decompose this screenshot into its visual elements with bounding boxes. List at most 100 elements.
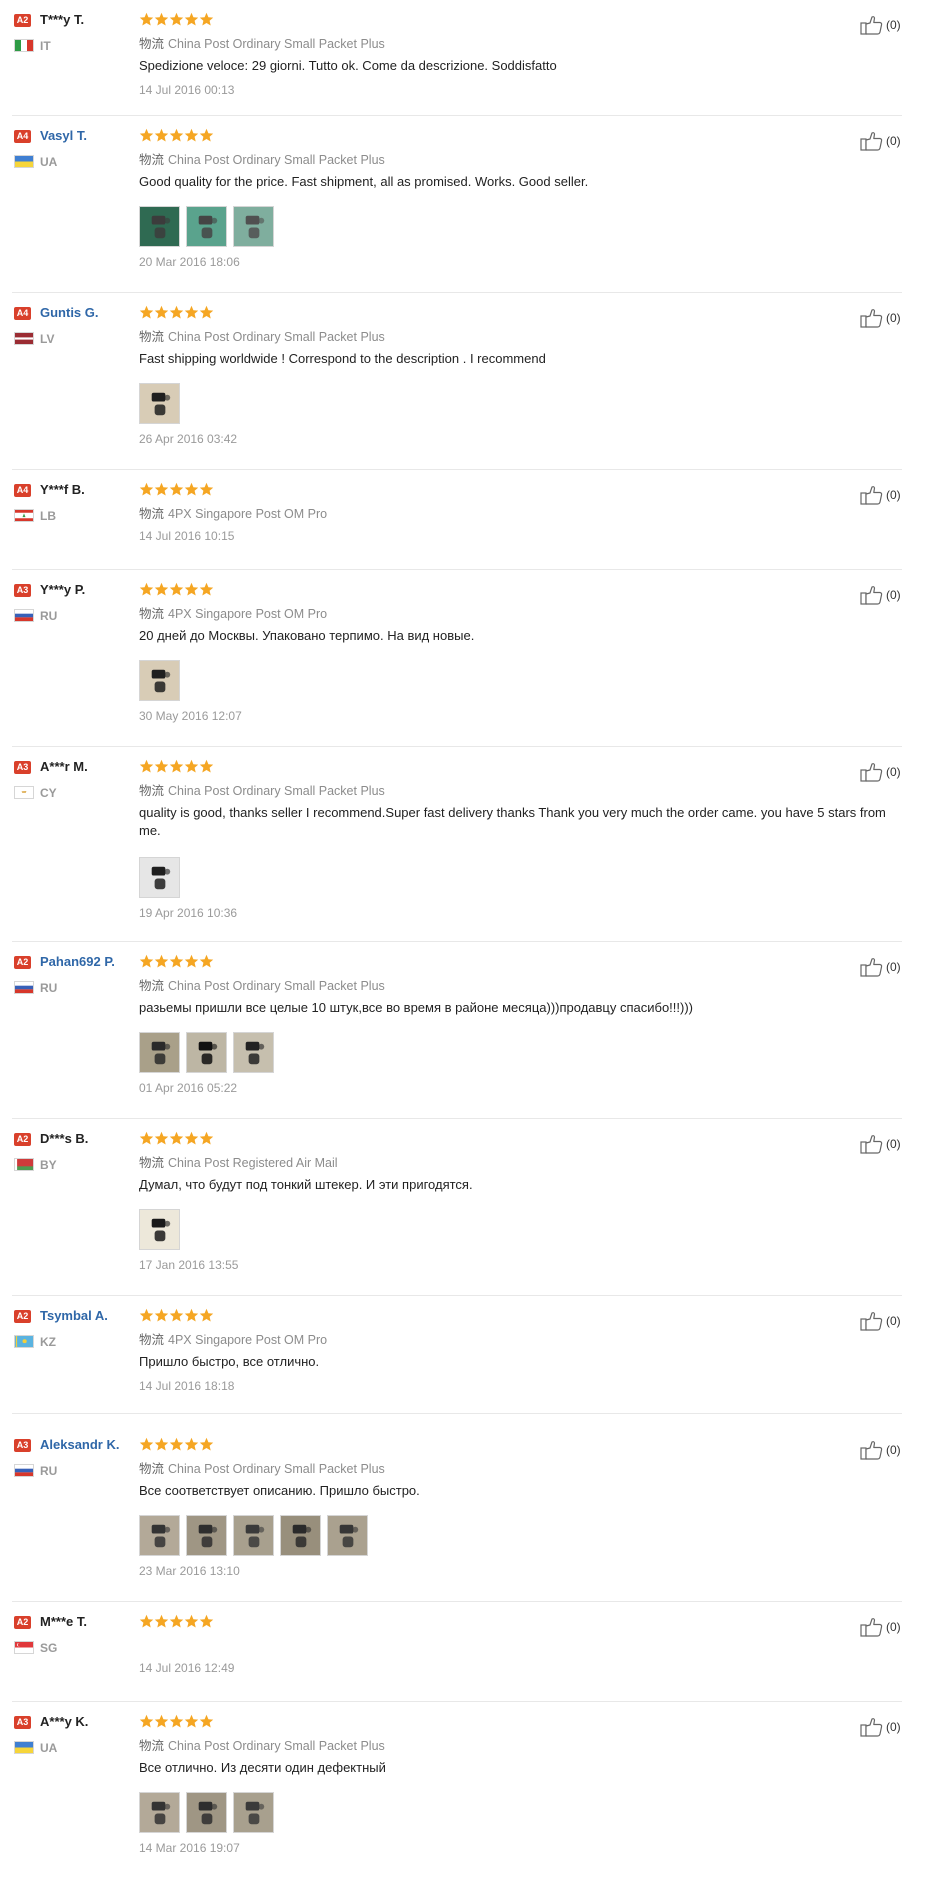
logistics-info: 物流 4PX Singapore Post OM Pro (139, 503, 327, 522)
review-photo-thumbnail[interactable] (139, 1515, 180, 1556)
star-icon (169, 482, 184, 497)
reviewer-country: RU (40, 981, 58, 995)
helpful-count: (0) (886, 18, 901, 32)
star-icon (199, 12, 214, 27)
review-date: 14 Jul 2016 18:18 (139, 1379, 235, 1393)
star-icon (199, 1308, 214, 1323)
review-divider (12, 1118, 902, 1119)
thumbs-up-icon (860, 957, 885, 977)
reviewer-country: SG (40, 1641, 58, 1655)
review-photo-thumbnail[interactable] (186, 1032, 227, 1073)
helpful-count: (0) (886, 1620, 901, 1634)
review-photo-thumbnail[interactable] (139, 1209, 180, 1250)
review-photos (139, 1792, 280, 1835)
logistics-label: 物流 (139, 607, 165, 621)
country-flag-icon (14, 332, 34, 345)
review-photo-thumbnail[interactable] (186, 206, 227, 247)
review-photos (139, 206, 280, 249)
review-photo-thumbnail[interactable] (233, 206, 274, 247)
review-text: quality is good, thanks seller I recomme… (139, 805, 886, 838)
buyer-level-badge: A3 (14, 1716, 31, 1729)
helpful-button[interactable]: (0) (860, 1617, 901, 1637)
thumbs-up-icon (860, 1311, 885, 1331)
reviewer-name[interactable]: Guntis G. (40, 305, 99, 320)
helpful-button[interactable]: (0) (860, 131, 901, 151)
review-photo-thumbnail[interactable] (139, 857, 180, 898)
country-flag-icon (14, 1464, 34, 1477)
buyer-level-badge: A3 (14, 584, 31, 597)
thumbs-up-icon (860, 585, 885, 605)
review-photo-thumbnail[interactable] (139, 383, 180, 424)
helpful-button[interactable]: (0) (860, 957, 901, 977)
star-icon (169, 1131, 184, 1146)
helpful-button[interactable]: (0) (860, 762, 901, 782)
country-flag-icon (14, 155, 34, 168)
helpful-button[interactable]: (0) (860, 1717, 901, 1737)
logistics-info: 物流 China Post Ordinary Small Packet Plus (139, 326, 385, 345)
helpful-button[interactable]: (0) (860, 485, 901, 505)
star-icon (154, 1437, 169, 1452)
rating-stars (139, 1131, 214, 1146)
helpful-button[interactable]: (0) (860, 1440, 901, 1460)
star-icon (199, 128, 214, 143)
logistics-info: 物流 China Post Ordinary Small Packet Plus (139, 1735, 385, 1754)
review-photo-thumbnail[interactable] (233, 1792, 274, 1833)
helpful-count: (0) (886, 765, 901, 779)
logistics-label: 物流 (139, 1739, 165, 1753)
reviewer-name[interactable]: Tsymbal A. (40, 1308, 108, 1323)
review-photo-thumbnail[interactable] (186, 1515, 227, 1556)
review-photo-thumbnail[interactable] (139, 206, 180, 247)
thumbs-up-icon (860, 485, 885, 505)
buyer-level-badge: A4 (14, 484, 31, 497)
helpful-button[interactable]: (0) (860, 15, 901, 35)
star-icon (154, 482, 169, 497)
thumbs-up-icon (860, 1440, 885, 1460)
review-photo-thumbnail[interactable] (139, 1032, 180, 1073)
reviewer-name[interactable]: Aleksandr K. (40, 1437, 119, 1452)
country-flag-icon (14, 39, 34, 52)
review-divider (12, 941, 902, 942)
review-text: Все отлично. Из десяти один дефектный (139, 1760, 386, 1775)
helpful-count: (0) (886, 488, 901, 502)
helpful-button[interactable]: (0) (860, 585, 901, 605)
star-icon (169, 954, 184, 969)
review-photo-thumbnail[interactable] (139, 660, 180, 701)
review-photo-thumbnail[interactable] (233, 1032, 274, 1073)
logistics-info: 物流 China Post Ordinary Small Packet Plus (139, 780, 385, 799)
rating-stars (139, 759, 214, 774)
helpful-count: (0) (886, 1314, 901, 1328)
thumbs-up-icon (860, 131, 885, 151)
helpful-count: (0) (886, 1720, 901, 1734)
logistics-label: 物流 (139, 1333, 165, 1347)
star-icon (184, 1131, 199, 1146)
review-divider (12, 115, 902, 116)
thumbs-up-icon (860, 762, 885, 782)
review-photo-thumbnail[interactable] (280, 1515, 321, 1556)
helpful-button[interactable]: (0) (860, 1311, 901, 1331)
helpful-button[interactable]: (0) (860, 1134, 901, 1154)
buyer-level-badge: A3 (14, 761, 31, 774)
star-icon (139, 482, 154, 497)
country-flag-icon (14, 1741, 34, 1754)
reviewer-name: A***r M. (40, 759, 88, 774)
logistics-label: 物流 (139, 1156, 165, 1170)
star-icon (199, 482, 214, 497)
helpful-button[interactable]: (0) (860, 308, 901, 328)
star-icon (154, 759, 169, 774)
star-icon (139, 1437, 154, 1452)
review-photo-thumbnail[interactable] (327, 1515, 368, 1556)
reviewer-name[interactable]: Vasyl T. (40, 128, 87, 143)
star-icon (184, 954, 199, 969)
review-photo-thumbnail[interactable] (139, 1792, 180, 1833)
star-icon (169, 12, 184, 27)
helpful-count: (0) (886, 1443, 901, 1457)
review-photo-thumbnail[interactable] (186, 1792, 227, 1833)
review-photo-thumbnail[interactable] (233, 1515, 274, 1556)
reviewer-name[interactable]: Pahan692 P. (40, 954, 115, 969)
star-icon (199, 1614, 214, 1629)
star-icon (169, 759, 184, 774)
star-icon (184, 1614, 199, 1629)
reviewer-name: Y***f B. (40, 482, 85, 497)
helpful-count: (0) (886, 311, 901, 325)
reviewer-country: RU (40, 1464, 58, 1478)
